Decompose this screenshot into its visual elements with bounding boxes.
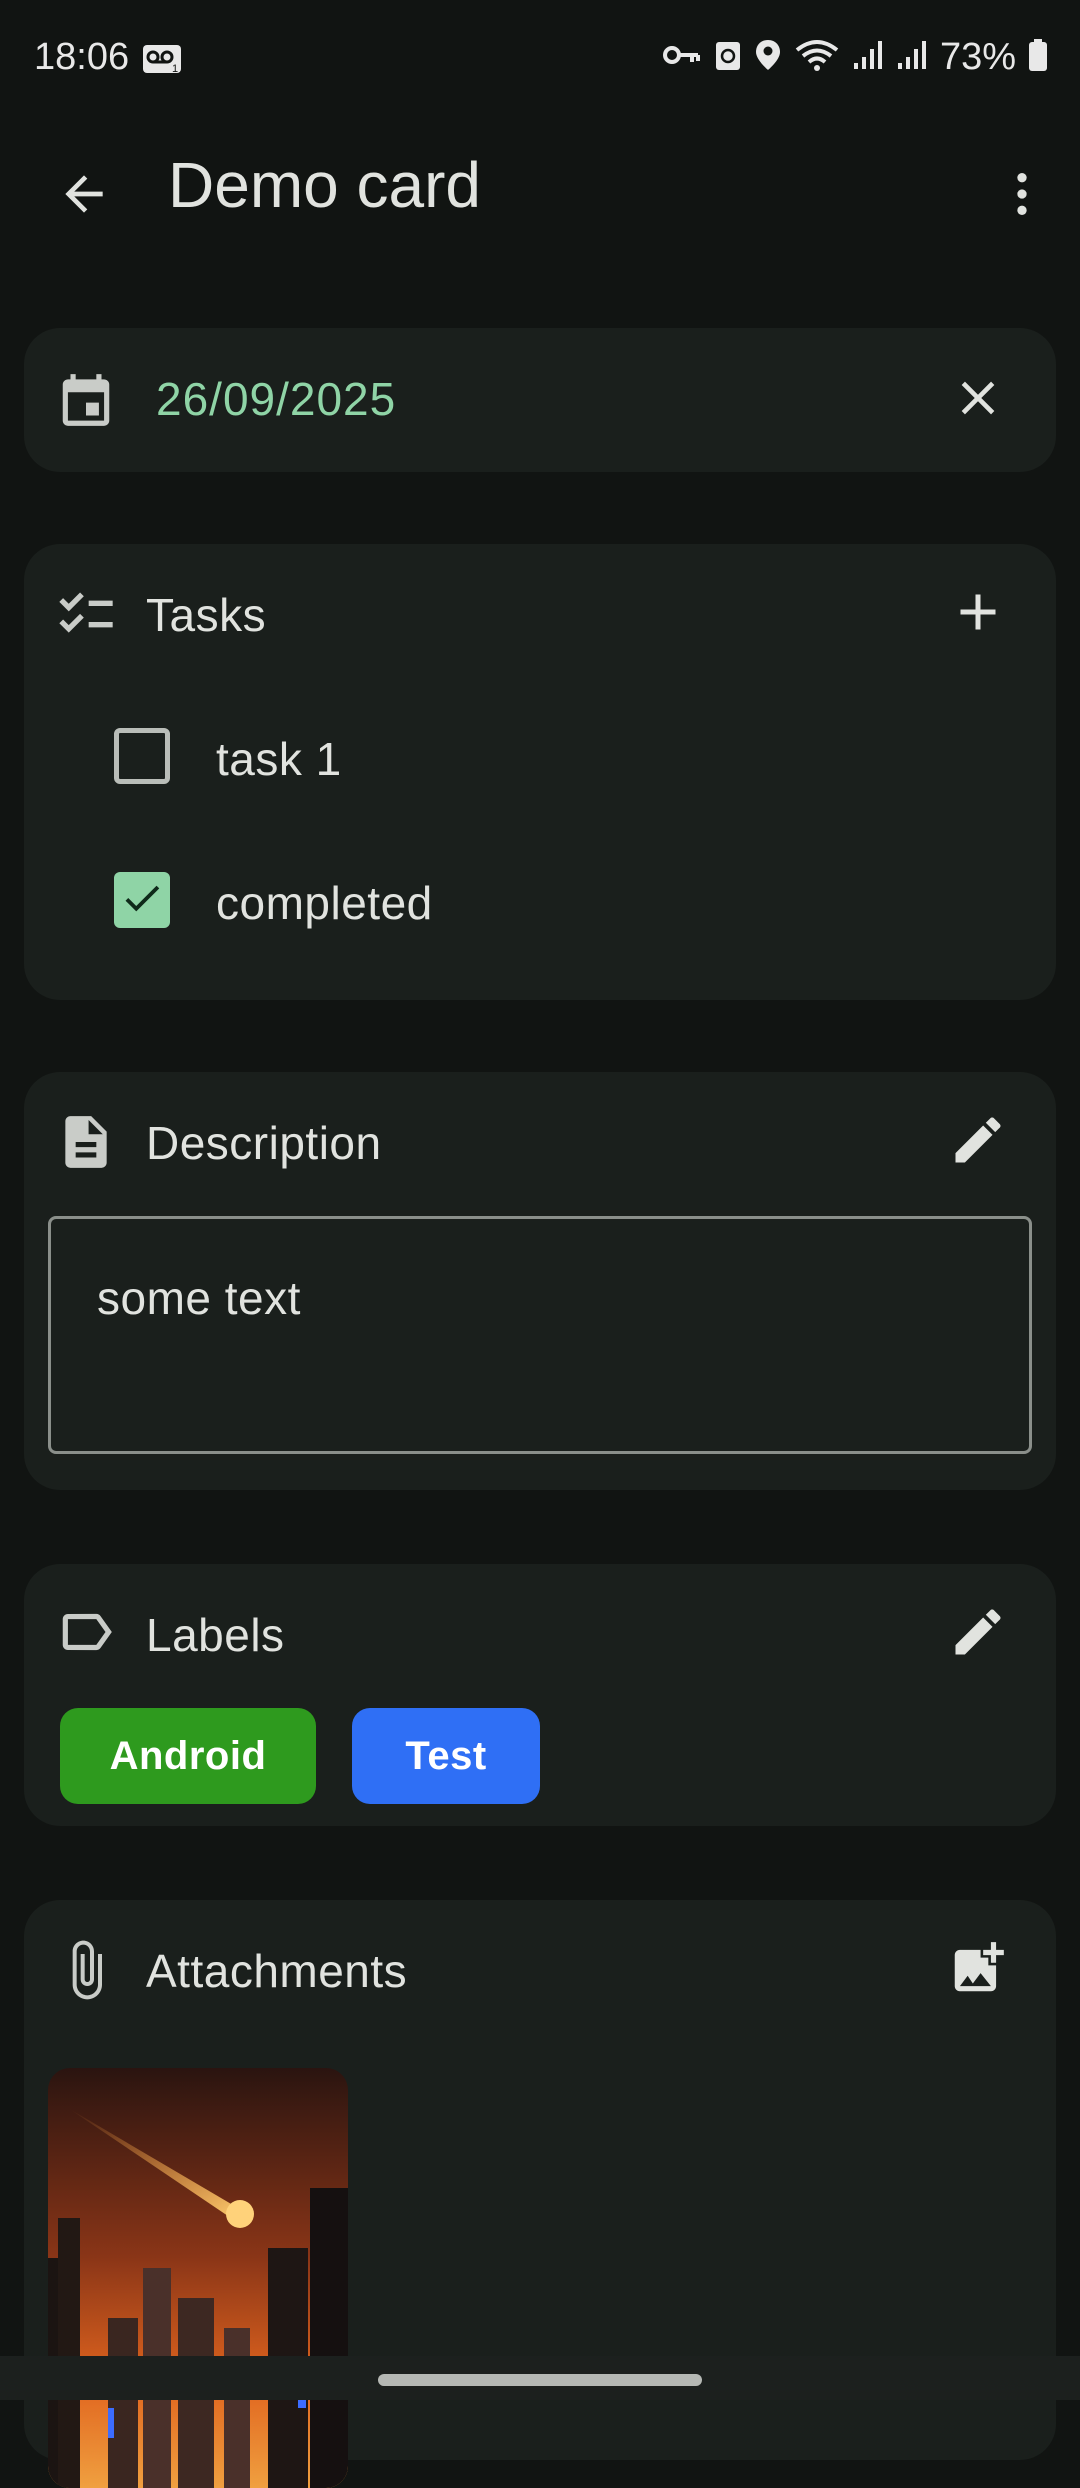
voicemail-icon: 1: [142, 44, 182, 79]
calendar-icon: [50, 364, 122, 436]
paperclip-icon: [50, 1934, 122, 2006]
edit-labels-button[interactable]: [938, 1594, 1018, 1674]
battery-icon: [1028, 38, 1048, 77]
add-icon: [948, 582, 1008, 647]
task-item[interactable]: task 1: [90, 710, 990, 806]
back-button[interactable]: [40, 152, 128, 240]
document-icon: [50, 1106, 122, 1178]
description-title: Description: [146, 1117, 382, 1169]
task-checkbox-unchecked[interactable]: [114, 728, 170, 784]
task-label: completed: [216, 877, 433, 929]
signal-icon: [896, 39, 928, 76]
more-options-button[interactable]: [994, 152, 1050, 240]
task-item[interactable]: completed: [90, 854, 990, 950]
check-icon: [119, 875, 165, 926]
label-chip-android[interactable]: Android: [60, 1708, 316, 1804]
add-task-button[interactable]: [938, 574, 1018, 654]
description-text: some text: [97, 1272, 301, 1324]
home-gesture-handle[interactable]: [378, 2374, 702, 2386]
tasks-card: Tasks task 1 completed: [24, 544, 1056, 1000]
status-icons: 73%: [662, 36, 1048, 79]
edit-icon: [948, 1110, 1008, 1175]
location-icon: [754, 38, 782, 77]
label-icon: [50, 1596, 122, 1668]
labels-title: Labels: [146, 1609, 285, 1661]
attachment-thumbnail[interactable]: [48, 2068, 348, 2488]
status-time: 18:06: [34, 36, 130, 78]
labels-card: Labels Android Test: [24, 1564, 1056, 1826]
close-icon: [950, 370, 1006, 431]
more-vert-icon: [994, 166, 1050, 227]
description-card: Description some text: [24, 1072, 1056, 1490]
battery-percent: 73%: [939, 36, 1016, 78]
add-attachment-button[interactable]: [938, 1930, 1018, 2010]
status-bar: 18:06 1 73%: [0, 0, 1080, 120]
task-checkbox-checked[interactable]: [114, 872, 170, 928]
navigation-bar: [0, 2356, 1080, 2400]
attachments-title: Attachments: [146, 1945, 408, 1997]
vpn-key-icon: [662, 40, 702, 75]
arrow-back-icon: [56, 166, 112, 227]
wifi-icon: [794, 38, 840, 77]
page-title: Demo card: [168, 149, 481, 221]
label-chip-test[interactable]: Test: [352, 1708, 540, 1804]
add-photo-icon: [947, 1937, 1009, 2004]
recycle-icon: [714, 38, 742, 77]
signal-icon: [852, 39, 884, 76]
edit-icon: [948, 1602, 1008, 1667]
due-date-card[interactable]: 26/09/2025: [24, 328, 1056, 472]
description-field[interactable]: some text: [48, 1216, 1032, 1454]
task-label: task 1: [216, 733, 342, 785]
clear-date-button[interactable]: [938, 360, 1018, 440]
tasks-title: Tasks: [146, 589, 267, 641]
checklist-icon: [50, 578, 122, 650]
edit-description-button[interactable]: [938, 1102, 1018, 1182]
app-bar: Demo card: [0, 120, 1080, 248]
svg-text:1: 1: [172, 63, 178, 74]
due-date-value[interactable]: 26/09/2025: [156, 372, 396, 426]
